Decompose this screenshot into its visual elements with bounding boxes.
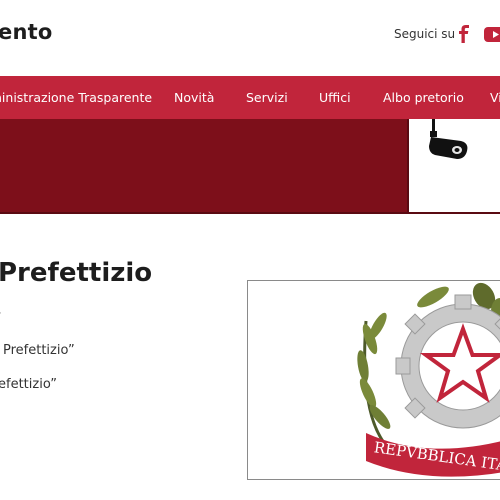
banner-image <box>407 119 500 214</box>
content-line: Prefettizio” <box>3 343 75 358</box>
emblem-image: REPVBBLICA ITA <box>247 280 500 480</box>
site-header: ento Seguici su <box>0 0 500 76</box>
nav-item-albo-pretorio[interactable]: Albo pretorio <box>383 76 464 119</box>
facebook-icon[interactable] <box>458 25 470 43</box>
nav-item-uffici[interactable]: Uffici <box>319 76 351 119</box>
youtube-icon[interactable] <box>484 27 500 42</box>
page-title: Prefettizio <box>0 258 153 288</box>
banner-divider <box>0 212 407 214</box>
site-title[interactable]: ento <box>0 20 52 44</box>
social-label: Seguici su <box>394 27 456 41</box>
main-nav: ninistrazione Trasparente Novità Servizi… <box>0 76 500 119</box>
nav-item-vi[interactable]: Vi <box>490 76 500 119</box>
hero-banner <box>0 119 407 214</box>
camera-icon <box>429 119 468 159</box>
content-dash: - <box>0 305 1 321</box>
nav-item-amministrazione-trasparente[interactable]: ninistrazione Trasparente <box>0 76 152 119</box>
content-line: efettizio” <box>0 377 58 392</box>
republic-emblem: REPVBBLICA ITA <box>357 282 500 477</box>
nav-item-servizi[interactable]: Servizi <box>246 76 288 119</box>
nav-item-novita[interactable]: Novità <box>174 76 214 119</box>
